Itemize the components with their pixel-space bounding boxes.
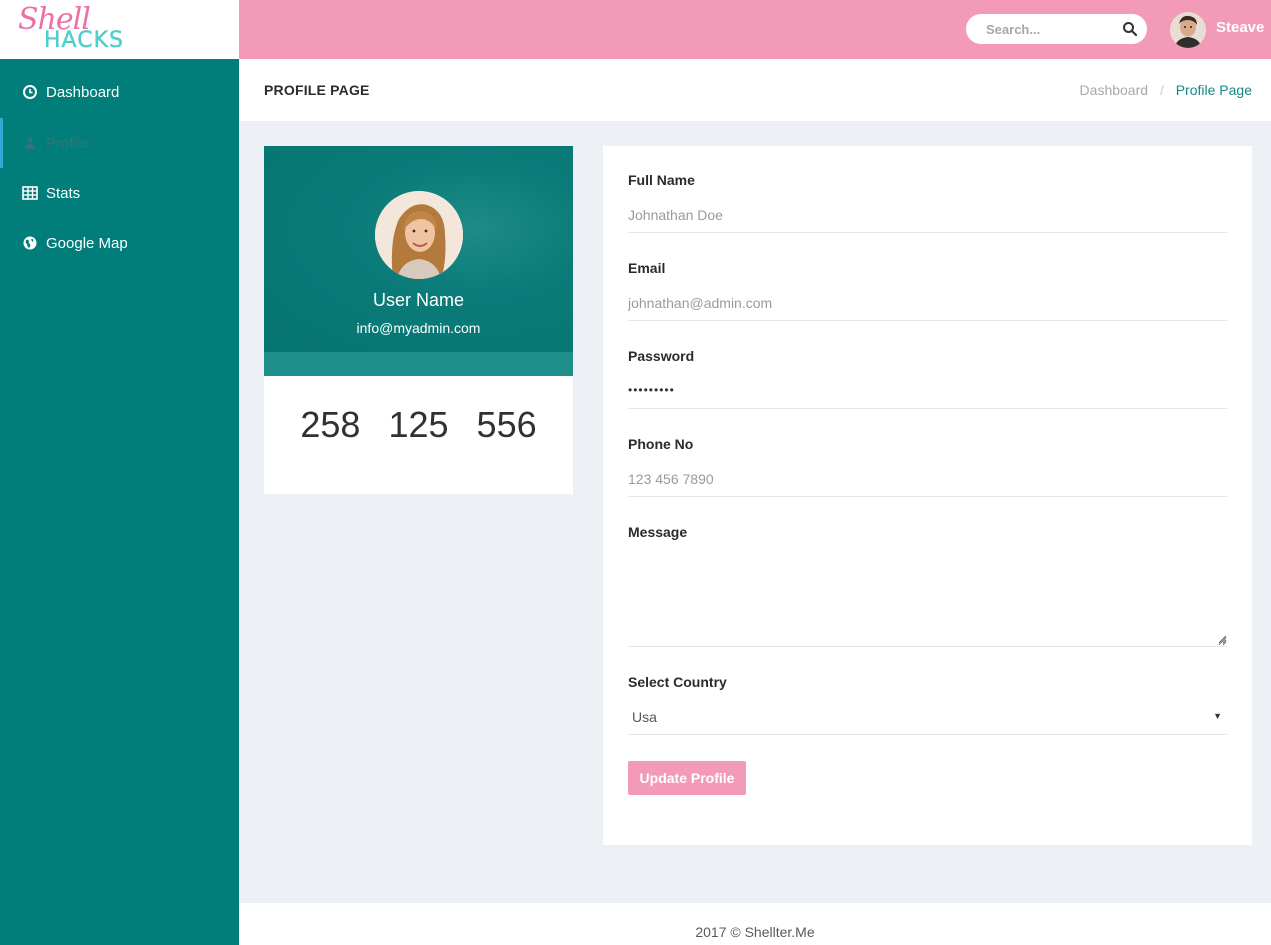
sidebar-item-label: Google Map xyxy=(46,234,128,252)
country-label: Select Country xyxy=(628,674,727,690)
stat-value: 258 xyxy=(300,404,361,445)
sidebar-item-profile[interactable]: Profile xyxy=(0,118,239,168)
profile-email: info@myadmin.com xyxy=(356,320,481,336)
phone-input[interactable] xyxy=(628,461,1227,497)
message-label: Message xyxy=(628,524,688,540)
globe-icon xyxy=(23,236,37,250)
profile-avatar-image xyxy=(375,191,463,279)
sidebar-item-label: Profile xyxy=(46,134,89,152)
sidebar-item-label: Stats xyxy=(46,184,81,202)
chevron-down-icon: ▼ xyxy=(1213,711,1222,721)
search-box xyxy=(966,14,1147,44)
profile-card: User Name info@myadmin.com 258 125 556 xyxy=(264,146,573,494)
breadcrumb-separator: / xyxy=(1159,82,1164,98)
footer: 2017 © Shellter.Me xyxy=(239,903,1271,945)
update-profile-button[interactable]: Update Profile xyxy=(628,761,746,795)
profile-stats: 258 125 556 xyxy=(264,404,573,446)
password-input[interactable]: ••••••••• xyxy=(628,373,1227,409)
footer-text: 2017 © Shellter.Me xyxy=(695,924,815,940)
stat-value: 125 xyxy=(388,404,449,445)
table-icon xyxy=(22,186,38,200)
user-name[interactable]: Steave xyxy=(1216,19,1264,36)
profile-card-header: User Name info@myadmin.com xyxy=(264,146,573,376)
profile-form: Full Name Email Password ••••••••• Phone… xyxy=(603,146,1252,845)
breadcrumb-current: Profile Page xyxy=(1175,82,1252,98)
profile-avatar xyxy=(375,191,463,279)
breadcrumb-dashboard-link[interactable]: Dashboard xyxy=(1080,82,1149,98)
page-header: PROFILE PAGE Dashboard / Profile Page xyxy=(239,59,1271,121)
clock-icon xyxy=(23,85,37,99)
full-name-label: Full Name xyxy=(628,172,695,188)
brand-logo[interactable]: Shell HACKS xyxy=(18,2,123,56)
country-select[interactable]: Usa ▼ xyxy=(628,699,1227,735)
breadcrumb: Dashboard / Profile Page xyxy=(1080,82,1252,98)
stat-value: 556 xyxy=(476,404,537,445)
sidebar: Dashboard Profile Stats Google Map xyxy=(0,59,239,945)
full-name-input[interactable] xyxy=(628,197,1227,233)
page-title: PROFILE PAGE xyxy=(264,82,370,98)
email-input[interactable] xyxy=(628,285,1227,321)
sidebar-item-dashboard[interactable]: Dashboard xyxy=(0,67,239,117)
country-select-value: Usa xyxy=(632,709,657,725)
sidebar-item-google-map[interactable]: Google Map xyxy=(0,218,239,268)
email-label: Email xyxy=(628,260,666,276)
phone-label: Phone No xyxy=(628,436,694,452)
user-icon xyxy=(25,137,35,149)
profile-card-strip xyxy=(264,352,573,376)
logo-area: Shell HACKS xyxy=(0,0,239,59)
user-avatar-image xyxy=(1170,12,1206,48)
brand-logo-text: HACKS xyxy=(44,28,124,53)
message-textarea[interactable] xyxy=(628,546,1227,647)
profile-name: User Name xyxy=(372,290,465,310)
password-label: Password xyxy=(628,348,695,364)
top-navbar: Steave xyxy=(239,0,1271,59)
resize-handle-icon[interactable] xyxy=(1218,635,1227,644)
search-icon[interactable] xyxy=(1122,21,1138,37)
sidebar-item-label: Dashboard xyxy=(46,83,120,101)
search-input[interactable] xyxy=(966,14,1116,44)
sidebar-item-stats[interactable]: Stats xyxy=(0,168,239,218)
user-avatar[interactable] xyxy=(1170,12,1206,48)
